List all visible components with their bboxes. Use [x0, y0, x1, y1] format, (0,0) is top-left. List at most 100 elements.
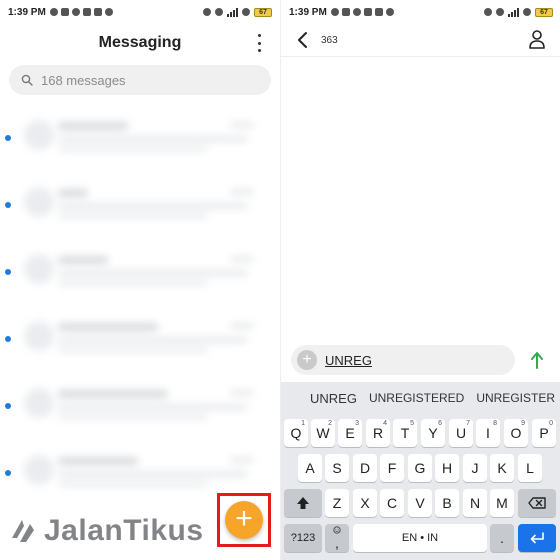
status-time: 1:39 PM: [289, 6, 327, 18]
message-list: [0, 102, 280, 560]
wifi-icon: [242, 8, 250, 16]
key-t[interactable]: T5: [393, 419, 417, 447]
mute-icon: [484, 8, 492, 16]
key-e[interactable]: E3: [338, 419, 362, 447]
keyboard: UNREG UNREGISTERED UNREGISTER Q1 W2 E3 R…: [281, 382, 560, 560]
key-v[interactable]: V: [408, 489, 432, 517]
emoji-icon: [333, 526, 341, 534]
list-item[interactable]: [0, 370, 280, 436]
unread-dot: [5, 336, 11, 342]
notification-icons: [49, 8, 113, 16]
key-c[interactable]: C: [380, 489, 404, 517]
battery-icon: 67: [254, 7, 272, 17]
key-d[interactable]: D: [353, 454, 377, 482]
key-l[interactable]: L: [518, 454, 542, 482]
status-time: 1:39 PM: [8, 6, 46, 18]
key-o[interactable]: O9: [504, 419, 528, 447]
compose-bar[interactable]: +: [291, 345, 515, 375]
attach-button[interactable]: +: [297, 350, 317, 370]
alarm-icon: [496, 8, 504, 16]
key-r[interactable]: R4: [366, 419, 390, 447]
car-icon: [341, 8, 350, 16]
unread-dot: [5, 135, 11, 141]
key-j[interactable]: J: [463, 454, 487, 482]
key-a[interactable]: A: [298, 454, 322, 482]
enter-icon: [530, 532, 544, 544]
key-g[interactable]: G: [408, 454, 432, 482]
list-item[interactable]: [0, 102, 280, 168]
key-h[interactable]: H: [435, 454, 459, 482]
key-s[interactable]: S: [325, 454, 349, 482]
car-icon: [60, 8, 69, 16]
kebab-menu-icon[interactable]: [256, 34, 262, 52]
space-key[interactable]: EN • IN: [353, 524, 487, 552]
whatsapp-icon: [104, 8, 113, 16]
alarm-icon: [215, 8, 223, 16]
key-q[interactable]: Q1: [284, 419, 308, 447]
mute-icon: [203, 8, 211, 16]
list-item[interactable]: [0, 236, 280, 302]
key-n[interactable]: N: [463, 489, 487, 517]
symbols-key[interactable]: ?123: [284, 524, 322, 552]
status-right: 67: [203, 7, 272, 17]
person-icon[interactable]: [528, 29, 546, 49]
blurred-preview: [14, 380, 264, 430]
status-bar: 1:39 PM 67: [281, 0, 560, 24]
blurred-preview: [14, 246, 264, 296]
blurred-preview: [14, 313, 264, 363]
list-item[interactable]: [0, 303, 280, 369]
calendar-icon: [374, 8, 383, 16]
key-z[interactable]: Z: [325, 489, 349, 517]
message-input[interactable]: [325, 352, 505, 368]
search-input[interactable]: [41, 72, 241, 88]
suggestion-strip: UNREG UNREGISTERED UNREGISTER: [281, 382, 560, 414]
arrow-left-icon[interactable]: [293, 30, 313, 50]
key-row-2: A S D F G H J K L: [281, 454, 560, 484]
calendar-icon: [93, 8, 102, 16]
watermark-logo-icon: [12, 520, 34, 542]
search-bar[interactable]: [9, 65, 271, 95]
comma-key[interactable]: ,: [325, 524, 349, 552]
key-x[interactable]: X: [353, 489, 377, 517]
key-b[interactable]: B: [435, 489, 459, 517]
signal-icon: [508, 7, 519, 17]
status-bar: 1:39 PM 67: [0, 0, 280, 24]
notification-icons: [330, 8, 394, 16]
skype-icon: [330, 8, 339, 16]
suggestion-1[interactable]: UNREG: [304, 391, 363, 406]
wifi-calling-icon: [71, 8, 80, 16]
new-message-button[interactable]: +: [225, 501, 263, 539]
header-divider: [281, 56, 560, 57]
backspace-icon: [528, 497, 546, 509]
unread-dot: [5, 202, 11, 208]
blurred-preview: [14, 179, 264, 229]
key-row-4: ?123 , EN • IN .: [281, 524, 560, 554]
search-icon: [21, 74, 33, 86]
shift-key[interactable]: [284, 489, 322, 517]
key-i[interactable]: I8: [476, 419, 500, 447]
watermark: JalanTikus: [8, 514, 204, 548]
key-k[interactable]: K: [490, 454, 514, 482]
blurred-preview: [14, 112, 264, 162]
arrow-up-icon[interactable]: [529, 351, 545, 369]
wifi-icon: [523, 8, 531, 16]
signal-icon: [227, 7, 238, 17]
key-row-1: Q1 W2 E3 R4 T5 Y6 U7 I8 O9 P0: [281, 419, 560, 449]
key-f[interactable]: F: [380, 454, 404, 482]
suggestion-3[interactable]: UNREGISTER: [470, 391, 560, 405]
key-w[interactable]: W2: [311, 419, 335, 447]
watermark-text: JalanTikus: [44, 514, 204, 547]
key-u[interactable]: U7: [449, 419, 473, 447]
list-item[interactable]: [0, 169, 280, 235]
enter-key[interactable]: [518, 524, 556, 552]
period-key[interactable]: .: [490, 524, 514, 552]
skype-icon: [49, 8, 58, 16]
battery-icon: 67: [535, 7, 553, 17]
key-row-3: Z X C V B N M: [281, 489, 560, 519]
backspace-key[interactable]: [518, 489, 556, 517]
key-y[interactable]: Y6: [421, 419, 445, 447]
suggestion-2[interactable]: UNREGISTERED: [363, 391, 470, 405]
key-m[interactable]: M: [490, 489, 514, 517]
wifi-calling-icon: [352, 8, 361, 16]
key-p[interactable]: P0: [532, 419, 556, 447]
